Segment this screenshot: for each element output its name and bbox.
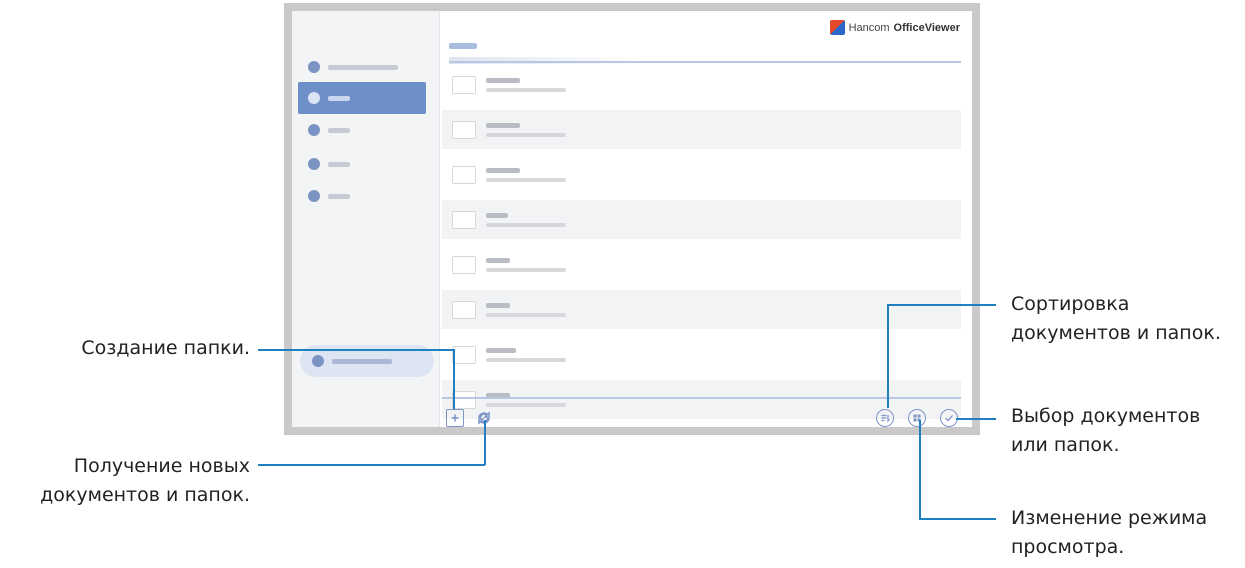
breadcrumb[interactable] [449, 43, 477, 49]
file-icon [452, 210, 476, 229]
hancom-logo-icon [829, 20, 845, 35]
network-icon [308, 158, 320, 170]
callout-sort: Сортировка документов и папок. [1011, 290, 1241, 348]
callout-line-create-folder [258, 349, 455, 351]
list-item[interactable] [442, 290, 961, 329]
new-folder-icon [451, 414, 459, 422]
sidebar-item-label [328, 127, 350, 133]
device-folder-icon [308, 92, 320, 104]
callout-view-line2: просмотра. [1011, 536, 1125, 558]
select-icon [945, 415, 953, 422]
list-item[interactable] [442, 110, 961, 149]
brand-bold: OfficeViewer [893, 21, 960, 34]
list-item[interactable] [442, 65, 961, 104]
sidebar-item-label [328, 64, 398, 70]
callout-view: Изменение режима просмотра. [1011, 504, 1241, 562]
callout-select: Выбор документов или папок. [1011, 402, 1241, 460]
file-icon [452, 120, 476, 139]
sidebar-item-label [328, 161, 350, 167]
cloud-icon [308, 124, 320, 136]
sidebar-item-label [328, 193, 350, 199]
file-icon [452, 345, 476, 364]
file-list [442, 65, 961, 425]
sort-icon [881, 414, 890, 423]
file-icon [452, 300, 476, 319]
file-icon [452, 165, 476, 184]
callout-view-line1: Изменение режима [1011, 507, 1208, 529]
other-icon [308, 190, 320, 202]
sort-button[interactable] [876, 409, 894, 427]
callout-create-folder-text: Создание папки. [81, 337, 250, 359]
file-icon [452, 255, 476, 274]
callout-line-view [919, 518, 996, 520]
callout-refresh-line2: документов и папок. [40, 484, 250, 506]
callout-sort-line2: документов и папок. [1011, 322, 1221, 344]
sidebar [292, 11, 440, 427]
callout-select-line1: Выбор документов [1011, 405, 1201, 427]
list-item[interactable] [442, 245, 961, 284]
list-header-divider [449, 61, 961, 63]
list-item[interactable] [442, 155, 961, 194]
file-icon [452, 390, 476, 409]
file-icon [452, 75, 476, 94]
callout-line-create-folder-vertical [453, 349, 455, 409]
sidebar-item-network[interactable] [298, 148, 426, 180]
new-folder-button[interactable] [446, 409, 464, 427]
callout-line-refresh-vertical [484, 420, 486, 465]
view-mode-icon [913, 414, 921, 422]
sidebar-item-label [332, 358, 392, 364]
toolbar-divider [442, 397, 961, 399]
tablet-frame: Hancom OfficeViewer [284, 3, 980, 435]
app-brand: Hancom OfficeViewer [829, 20, 960, 35]
callout-select-line2: или папок. [1011, 434, 1120, 456]
sidebar-item-label [328, 95, 350, 101]
sidebar-item-cloud[interactable] [298, 114, 426, 146]
app-screen: Hancom OfficeViewer [292, 11, 972, 427]
sidebar-item-device[interactable] [298, 82, 426, 114]
callout-refresh-line1: Получение новых [73, 455, 250, 477]
list-item[interactable] [442, 335, 961, 374]
callout-create-folder: Создание папки. [60, 334, 250, 363]
callout-line-select [956, 418, 996, 420]
sidebar-item-other[interactable] [298, 180, 426, 212]
callout-refresh: Получение новых документов и папок. [0, 452, 250, 510]
callout-line-refresh [258, 464, 485, 466]
view-mode-button[interactable] [908, 409, 926, 427]
callout-line-view-vertical [919, 420, 921, 520]
callout-sort-line1: Сортировка [1011, 293, 1130, 315]
recent-documents-icon [308, 61, 320, 73]
sidebar-item-recent-documents[interactable] [298, 51, 426, 83]
callout-line-sort [888, 304, 996, 306]
office-update-icon [312, 355, 324, 367]
brand-prefix: Hancom [848, 21, 890, 34]
list-item[interactable] [442, 200, 961, 239]
callout-line-sort-vertical [887, 304, 889, 408]
